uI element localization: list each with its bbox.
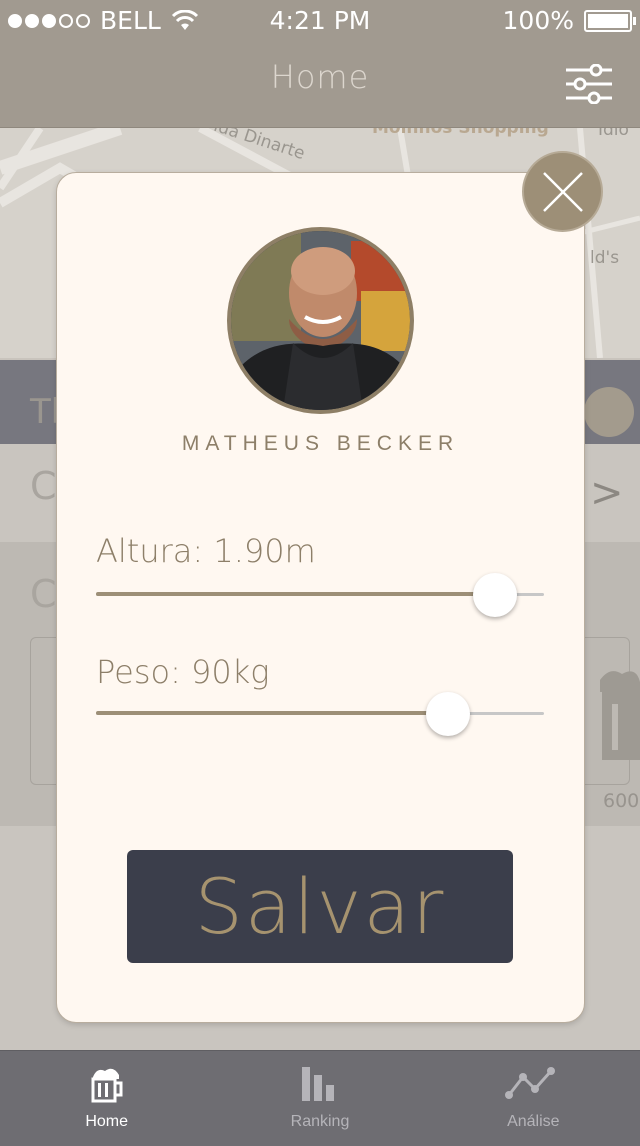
- weight-label: Peso: 90kg: [96, 653, 270, 691]
- background-glyph: C: [30, 464, 57, 508]
- tab-label: Ranking: [290, 1113, 350, 1130]
- status-bar: BELL 4:21 PM 100%: [0, 0, 640, 42]
- profile-name: MATHEUS BECKER: [181, 432, 460, 455]
- weight-slider[interactable]: [96, 692, 544, 736]
- battery-percentage: 100%: [502, 6, 574, 35]
- avatar-photo: [231, 231, 410, 410]
- background-glyph: C: [30, 572, 57, 616]
- save-button[interactable]: Salvar: [127, 850, 513, 963]
- refresh-icon: [584, 387, 634, 437]
- tab-label: Análise: [507, 1113, 560, 1130]
- tab-label: Home: [85, 1113, 128, 1130]
- beer-mug-icon: [600, 671, 640, 760]
- tab-ranking[interactable]: Ranking: [213, 1051, 426, 1146]
- avatar: [227, 227, 414, 414]
- map-label: ld's: [590, 248, 620, 268]
- height-label: Altura: 1.90m: [96, 532, 316, 570]
- weight-slider-thumb[interactable]: [425, 692, 470, 736]
- sliders-icon[interactable]: [566, 64, 612, 104]
- beer-mug-icon: [91, 1068, 123, 1103]
- height-slider[interactable]: [96, 573, 544, 617]
- navigation-bar: Home: [0, 42, 640, 128]
- line-graph-icon: [505, 1067, 556, 1099]
- height-slider-thumb[interactable]: [472, 573, 517, 617]
- page-title: Home: [270, 58, 370, 96]
- battery-group: 100%: [502, 6, 636, 35]
- close-icon: [542, 171, 583, 212]
- chevron-right-icon: >: [590, 470, 624, 516]
- background-value: 600: [603, 790, 640, 812]
- tab-bar: Home Ranking Análise: [0, 1050, 640, 1146]
- map-label: Idio: [598, 128, 629, 140]
- tab-home[interactable]: Home: [0, 1051, 213, 1146]
- tab-analise[interactable]: Análise: [427, 1051, 640, 1146]
- map-label: Moinhos Shopping: [372, 128, 549, 138]
- slider-fill: [96, 592, 495, 596]
- bar-chart-icon: [301, 1067, 334, 1101]
- battery-icon: [584, 9, 636, 32]
- slider-fill: [96, 711, 448, 715]
- close-button[interactable]: [522, 151, 603, 232]
